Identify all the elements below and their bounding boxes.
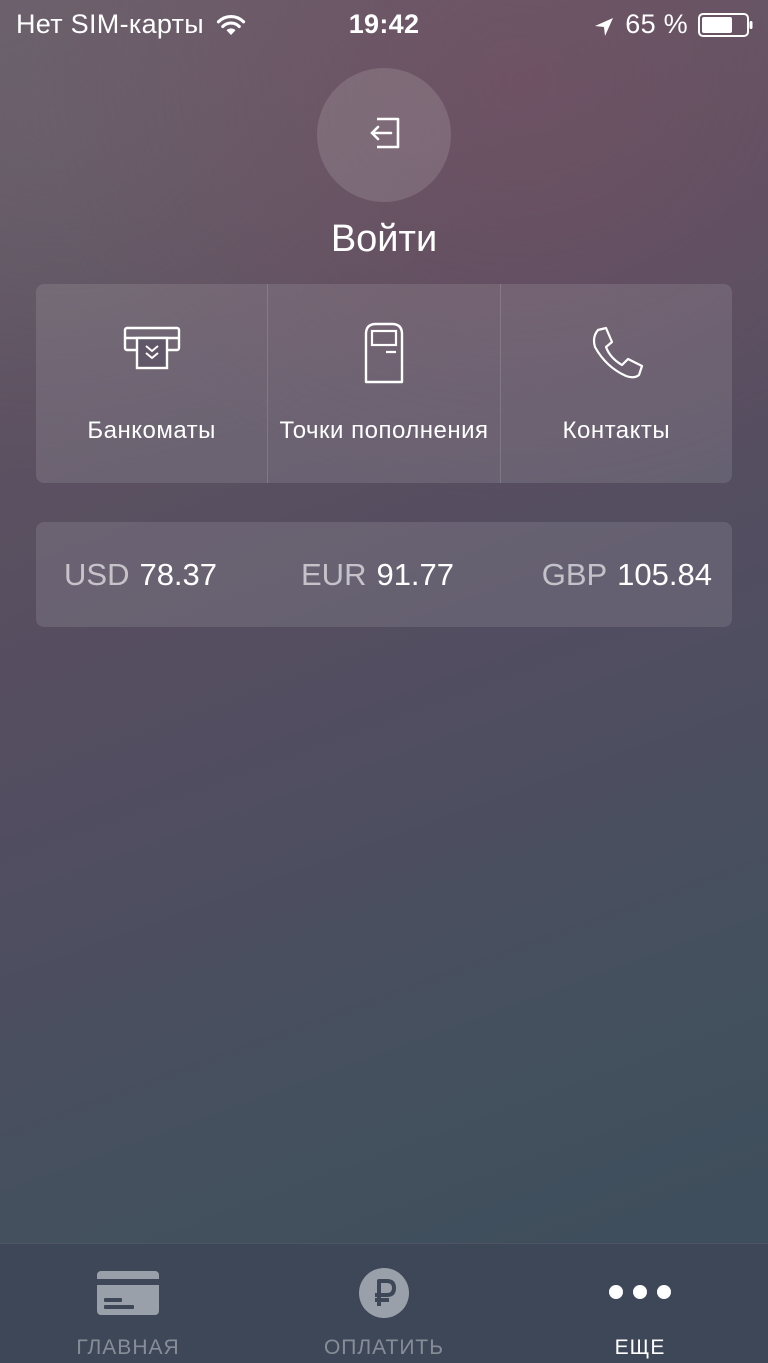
- tile-contacts[interactable]: Контакты: [499, 284, 732, 483]
- quick-actions: Банкоматы Точки пополнения Контакты: [36, 284, 732, 483]
- status-bar: Нет SIM-карты 19:42 65 %: [0, 0, 768, 50]
- battery-icon: [698, 12, 754, 37]
- tab-label: ГЛАВНАЯ: [76, 1336, 180, 1359]
- tab-bar: ГЛАВНАЯ ОПЛАТИТЬ ЕЩЕ: [0, 1243, 768, 1363]
- tab-pay[interactable]: ОПЛАТИТЬ: [256, 1244, 512, 1363]
- tile-label: Контакты: [562, 416, 671, 444]
- rate-eur: EUR 91.77: [301, 557, 454, 593]
- atm-icon: [120, 322, 184, 386]
- card-icon: [95, 1266, 161, 1320]
- login-label[interactable]: Войти: [0, 218, 768, 261]
- login-button[interactable]: [317, 68, 451, 202]
- tile-atms[interactable]: Банкоматы: [36, 284, 267, 483]
- rate-code: GBP: [541, 557, 608, 592]
- tab-label: ЕЩЕ: [614, 1336, 666, 1359]
- exchange-rates[interactable]: USD 78.37 EUR 91.77 GBP 105.84: [36, 522, 732, 627]
- tile-label: Точки пополнения: [279, 416, 489, 444]
- more-dots-icon: [607, 1266, 673, 1320]
- tab-label: ОПЛАТИТЬ: [323, 1336, 445, 1359]
- sign-in-icon: [362, 111, 406, 160]
- kiosk-icon: [352, 322, 416, 386]
- battery-percent: 65 %: [625, 9, 688, 39]
- tab-main[interactable]: ГЛАВНАЯ: [0, 1244, 256, 1363]
- rate-gbp: GBP 105.84: [542, 557, 712, 593]
- ruble-icon: [351, 1266, 417, 1320]
- phone-icon: [584, 322, 648, 386]
- rate-value: 105.84: [617, 557, 712, 592]
- rate-code: EUR: [301, 557, 367, 592]
- rate-value: 78.37: [139, 557, 218, 592]
- rate-usd: USD 78.37: [64, 557, 217, 593]
- rate-value: 91.77: [376, 557, 455, 592]
- tile-label: Банкоматы: [87, 416, 216, 444]
- status-right: 65 %: [593, 9, 754, 40]
- tile-topup-points[interactable]: Точки пополнения: [267, 284, 499, 483]
- location-arrow-icon: [593, 14, 615, 36]
- rate-code: USD: [64, 557, 130, 592]
- tab-more[interactable]: ЕЩЕ: [512, 1244, 768, 1363]
